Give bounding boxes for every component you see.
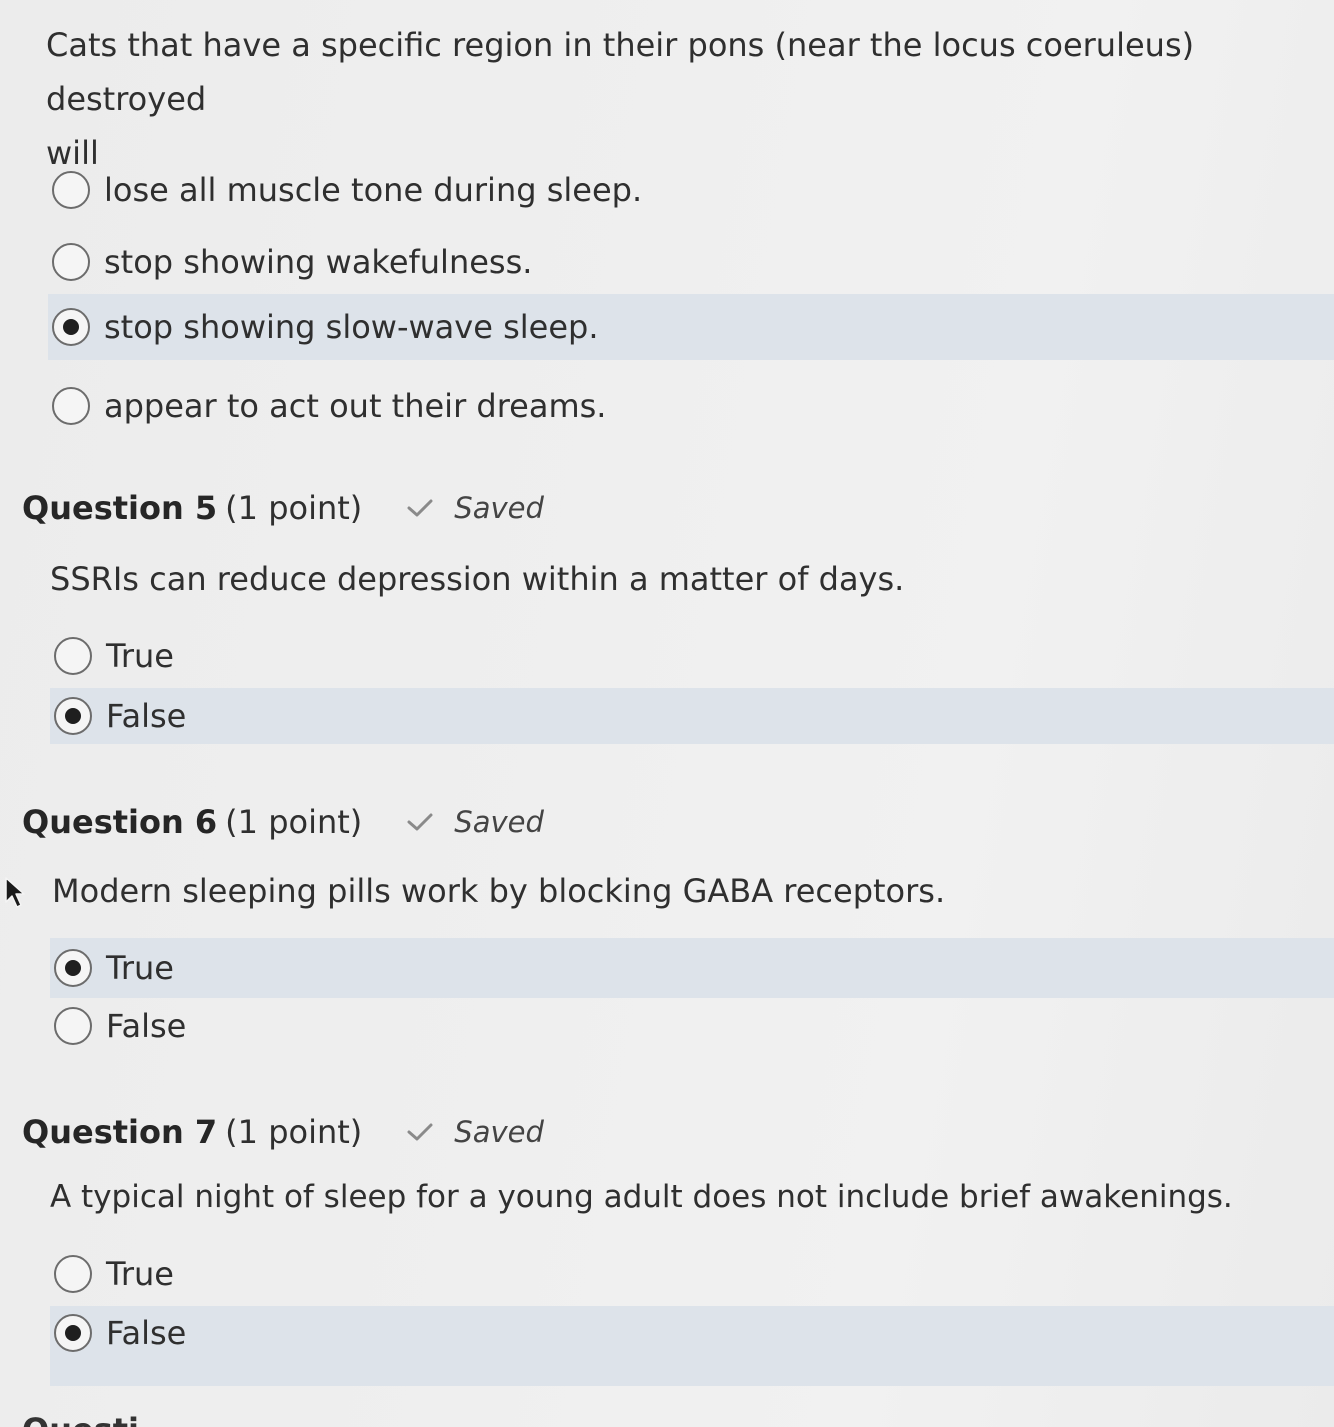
q4-option-1-label: lose all muscle tone during sleep. <box>104 171 643 209</box>
quiz-page: Cats that have a specific region in thei… <box>0 0 1334 1427</box>
q7-saved-status: Saved <box>406 1115 544 1149</box>
q5-saved-status: Saved <box>406 491 544 525</box>
check-icon <box>407 499 433 517</box>
q7-number: Question 7 <box>22 1113 218 1151</box>
radio-selected[interactable] <box>52 308 90 346</box>
q4-option-1[interactable]: lose all muscle tone during sleep. <box>48 158 1334 222</box>
q6-option-false-label: False <box>106 1007 187 1045</box>
next-question-header-peek: Questi <box>22 1408 139 1427</box>
radio-empty[interactable] <box>52 171 90 209</box>
q5-points: (1 point) <box>225 489 363 527</box>
radio-empty[interactable] <box>54 1007 92 1045</box>
cursor-arrow-icon <box>5 877 25 908</box>
q5-option-false-label: False <box>106 697 187 735</box>
q6-option-false[interactable]: False <box>50 994 1334 1058</box>
q7-header: Question 7 (1 point) Saved <box>22 1110 544 1154</box>
radio-dot <box>65 708 81 724</box>
q7-points: (1 point) <box>225 1113 363 1151</box>
q5-option-false[interactable]: False <box>50 688 1334 744</box>
q4-prompt-line1: Cats that have a specific region in thei… <box>46 26 1195 118</box>
radio-selected[interactable] <box>54 1314 92 1352</box>
q7-option-true[interactable]: True <box>50 1242 1334 1306</box>
q4-option-3-label: stop showing slow-wave sleep. <box>104 308 599 346</box>
q7-option-true-label: True <box>106 1255 174 1293</box>
radio-dot <box>63 319 79 335</box>
q5-saved-label: Saved <box>454 491 544 525</box>
radio-selected[interactable] <box>54 949 92 987</box>
q7-option-false[interactable]: False <box>50 1306 1334 1386</box>
q4-prompt: Cats that have a specific region in thei… <box>46 18 1326 180</box>
radio-selected[interactable] <box>54 697 92 735</box>
radio-empty[interactable] <box>54 637 92 675</box>
q6-saved-label: Saved <box>454 805 544 839</box>
check-icon <box>407 1123 433 1141</box>
q6-option-true-label: True <box>106 949 174 987</box>
q7-saved-label: Saved <box>454 1115 544 1149</box>
q7-prompt: A typical night of sleep for a young adu… <box>50 1179 1233 1215</box>
radio-empty[interactable] <box>52 387 90 425</box>
q5-number: Question 5 <box>22 489 218 527</box>
q5-header: Question 5 (1 point) Saved <box>22 486 544 530</box>
q5-prompt: SSRIs can reduce depression within a mat… <box>50 560 905 598</box>
q5-option-true[interactable]: True <box>50 624 1334 688</box>
q6-points: (1 point) <box>225 803 363 841</box>
q6-number: Question 6 <box>22 803 218 841</box>
radio-empty[interactable] <box>54 1255 92 1293</box>
q4-option-2-label: stop showing wakefulness. <box>104 243 533 281</box>
q6-header: Question 6 (1 point) Saved <box>22 800 544 844</box>
radio-empty[interactable] <box>52 243 90 281</box>
radio-dot <box>65 1325 81 1341</box>
check-icon <box>407 813 433 831</box>
q6-prompt: Modern sleeping pills work by blocking G… <box>52 872 946 910</box>
q6-saved-status: Saved <box>406 805 544 839</box>
q4-option-2[interactable]: stop showing wakefulness. <box>48 230 1334 294</box>
q4-option-3[interactable]: stop showing slow-wave sleep. <box>48 294 1334 360</box>
q5-option-true-label: True <box>106 637 174 675</box>
q4-option-4[interactable]: appear to act out their dreams. <box>48 374 1334 438</box>
q4-option-4-label: appear to act out their dreams. <box>104 387 607 425</box>
q6-option-true[interactable]: True <box>50 938 1334 998</box>
radio-dot <box>65 960 81 976</box>
q7-option-false-label: False <box>106 1314 187 1352</box>
